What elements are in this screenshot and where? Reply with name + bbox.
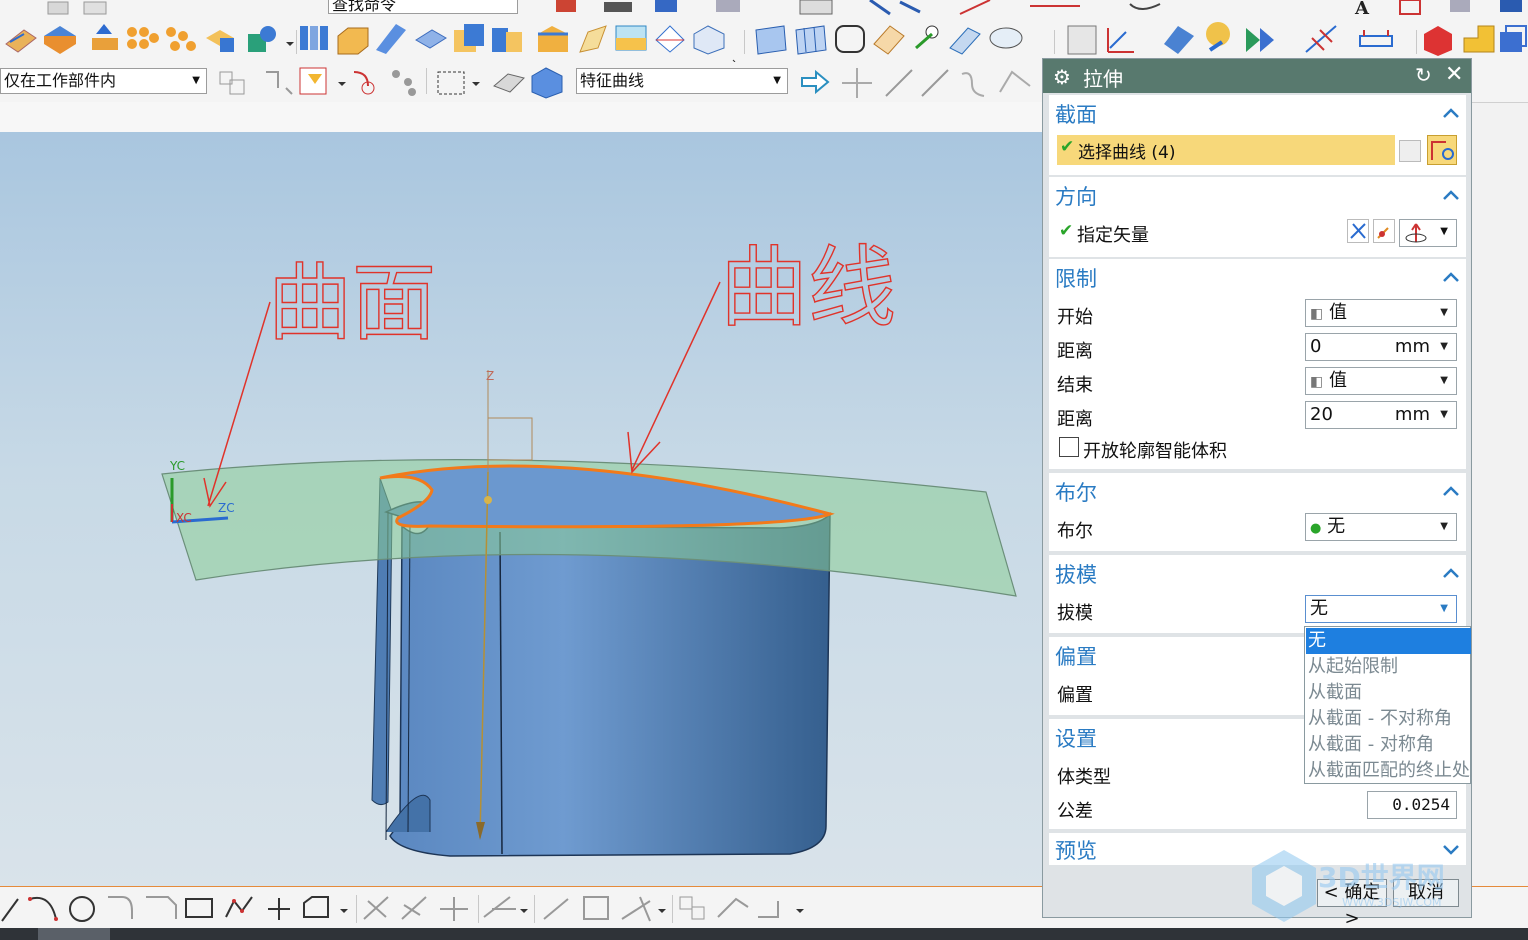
close-icon[interactable]: ✕ xyxy=(1445,62,1463,87)
chevron-down-icon: ▼ xyxy=(1440,226,1448,237)
open-profile-label: 开放轮廓智能体积 xyxy=(1083,441,1227,462)
annotation-surface-label: 曲面 xyxy=(268,254,436,352)
boolean-title: 布尔 xyxy=(1055,481,1097,505)
draft-options-list: 无 从起始限制 从截面 从截面 - 不对称角 从截面 - 对称角 从截面匹配的终… xyxy=(1304,626,1471,784)
draft-select[interactable]: 无 ▼ xyxy=(1305,595,1457,623)
limits-title: 限制 xyxy=(1055,267,1097,291)
svg-text:A: A xyxy=(1354,0,1370,18)
offset-label: 偏置 xyxy=(1057,685,1093,706)
toolbar-icons-row2[interactable] xyxy=(0,18,1528,62)
section-group: 截面 ✔ 选择曲线 (4) xyxy=(1049,95,1466,175)
start-type-select[interactable]: ◧ 值 ▼ xyxy=(1305,299,1457,327)
status-bar-tab xyxy=(38,928,110,940)
check-icon: ✔ xyxy=(1060,137,1075,157)
draft-option[interactable]: 从起始限制 xyxy=(1306,654,1471,680)
vector-type-dropdown[interactable]: ▼ xyxy=(1399,219,1457,247)
gear-icon[interactable]: ⚙ xyxy=(1053,65,1071,89)
reset-icon[interactable]: ↻ xyxy=(1415,63,1432,87)
tab-bar xyxy=(0,102,1045,134)
top-toolbar-row: 查找命令 A xyxy=(0,0,1528,19)
direction-title: 方向 xyxy=(1055,185,1097,209)
draft-option[interactable]: 从截面 - 对称角 xyxy=(1306,732,1471,758)
select-curve-row[interactable]: ✔ 选择曲线 (4) xyxy=(1057,135,1395,165)
reverse-direction-icon[interactable] xyxy=(1347,219,1369,243)
end-label: 结束 xyxy=(1057,375,1093,396)
tolerance-label: 公差 xyxy=(1057,801,1093,822)
dialog-title: 拉伸 xyxy=(1083,67,1123,91)
tolerance-input[interactable]: 0.0254 xyxy=(1367,791,1457,819)
model-view: Z YC ZC XC 曲面 曲线 xyxy=(161,235,1017,857)
value-type-icon: ◧ xyxy=(1310,374,1324,390)
vector-dialog-icon[interactable] xyxy=(1373,219,1395,243)
collapse-up-icon[interactable] xyxy=(1442,271,1460,283)
chevron-down-icon: ▼ xyxy=(1440,307,1448,318)
extrude-dialog: ⚙ 拉伸 ↻ ✕ 截面 ✔ 选择曲线 (4) 方向 ✔ 指定矢量 ▼ 限制 开始… xyxy=(1042,58,1472,929)
dialog-title-bar: ⚙ 拉伸 ↻ ✕ xyxy=(1043,59,1471,93)
boolean-select[interactable]: ● 无 ▼ xyxy=(1305,513,1457,541)
cancel-button[interactable]: 取消 xyxy=(1393,879,1459,907)
body-type-label: 体类型 xyxy=(1057,767,1111,788)
preview-title: 预览 xyxy=(1055,839,1097,863)
end-type-select[interactable]: ◧ 值 ▼ xyxy=(1305,367,1457,395)
sketch-section-icon[interactable] xyxy=(1399,140,1421,162)
boolean-label: 布尔 xyxy=(1057,521,1093,542)
draft-option[interactable]: 从截面匹配的终止处 xyxy=(1306,758,1471,784)
axis-zc-label: ZC xyxy=(218,501,235,515)
draft-option[interactable]: 从截面 xyxy=(1306,680,1471,706)
sketch-tool-icons[interactable] xyxy=(0,887,1045,929)
toolbar-icons-row1[interactable]: A xyxy=(0,0,1528,18)
chevron-down-icon: ▼ xyxy=(1440,603,1448,614)
unit-label: mm xyxy=(1394,404,1430,425)
start-label: 开始 xyxy=(1057,307,1093,328)
settings-title: 设置 xyxy=(1055,727,1097,751)
start-distance-label: 距离 xyxy=(1057,341,1093,362)
boolean-none-icon: ● xyxy=(1310,521,1322,536)
feature-toolbar xyxy=(0,18,1528,62)
boolean-group: 布尔 布尔 ● 无 ▼ xyxy=(1049,473,1466,551)
value-type-icon: ◧ xyxy=(1310,306,1324,322)
direction-group: 方向 ✔ 指定矢量 ▼ xyxy=(1049,177,1466,257)
draft-option[interactable]: 从截面 - 不对称角 xyxy=(1306,706,1471,732)
end-distance-label: 距离 xyxy=(1057,409,1093,430)
axis-y-label: YC xyxy=(169,459,185,473)
start-distance-input[interactable]: 0 mm ▼ xyxy=(1305,333,1457,361)
collapse-up-icon[interactable] xyxy=(1442,567,1460,579)
chevron-down-icon: ▼ xyxy=(1440,375,1448,386)
open-profile-checkbox[interactable] xyxy=(1059,437,1079,457)
limits-group: 限制 开始 ◧ 值 ▼ 距离 0 mm ▼ 结束 ◧ 值 ▼ 距离 20 mm ▼ … xyxy=(1049,259,1466,469)
offset-title: 偏置 xyxy=(1055,645,1097,669)
curve-select-icon[interactable] xyxy=(1427,135,1457,165)
draft-option[interactable]: 无 xyxy=(1306,628,1471,654)
chevron-down-icon: ▼ xyxy=(1440,521,1448,532)
axis-z-label: Z xyxy=(486,369,494,383)
toolbar-icons-row3[interactable] xyxy=(0,62,1045,102)
chevron-down-icon: ▼ xyxy=(1440,341,1448,352)
unit-label: mm xyxy=(1394,336,1430,357)
check-icon: ✔ xyxy=(1059,221,1074,241)
draft-title: 拔模 xyxy=(1055,563,1097,587)
specify-vector-label: 指定矢量 xyxy=(1077,225,1149,246)
preview-group: 预览 xyxy=(1049,833,1466,865)
expand-down-icon[interactable] xyxy=(1442,843,1460,855)
end-distance-input[interactable]: 20 mm ▼ xyxy=(1305,401,1457,429)
status-bar xyxy=(0,928,1528,940)
chevron-down-icon: ▼ xyxy=(1440,409,1448,420)
collapse-up-icon[interactable] xyxy=(1442,485,1460,497)
collapse-up-icon[interactable] xyxy=(1442,107,1460,119)
select-curve-label: 选择曲线 (4) xyxy=(1078,143,1176,163)
collapse-up-icon[interactable] xyxy=(1442,189,1460,201)
annotation-curve-label: 曲线 xyxy=(720,236,896,339)
draft-group: 拔模 拔模 无 ▼ xyxy=(1049,555,1466,633)
draft-label: 拔模 xyxy=(1057,603,1093,624)
graphics-viewport[interactable]: Z YC ZC XC 曲面 曲线 xyxy=(0,132,1045,886)
axis-x-label: XC xyxy=(176,511,192,525)
ok-button[interactable]: < 确定 > xyxy=(1317,879,1387,929)
section-title: 截面 xyxy=(1055,103,1097,127)
